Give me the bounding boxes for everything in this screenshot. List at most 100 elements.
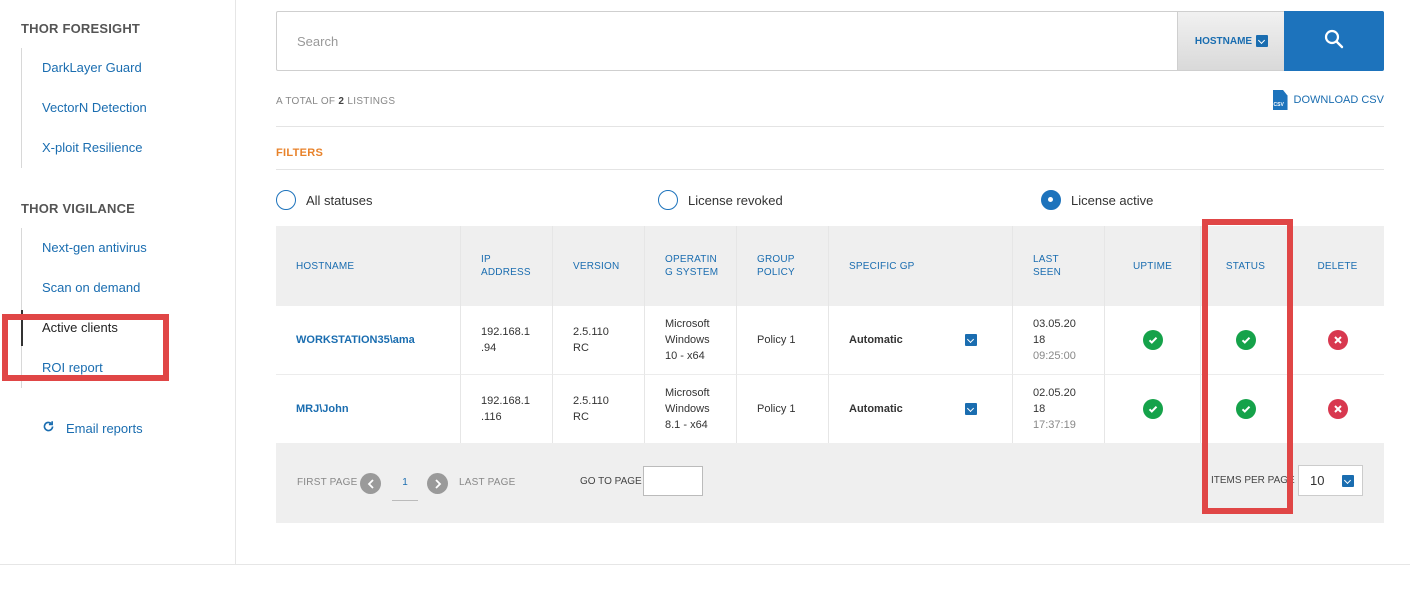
sidebar-item-xploit-resilience[interactable]: X-ploit Resilience	[22, 128, 221, 168]
hostname-link[interactable]: WORKSTATION35\ama	[276, 306, 461, 375]
search-field-label: HOSTNAME	[1194, 35, 1253, 47]
sidebar-item-darklayer-guard[interactable]: DarkLayer Guard	[22, 48, 221, 88]
specific-gp-select[interactable]: Automatic	[829, 375, 1013, 444]
go-to-page-label: GO TO PAGE	[580, 476, 642, 487]
specific-gp-value: Automatic	[849, 334, 903, 346]
ip-address: 192.168.1 .116	[461, 375, 553, 444]
last-page-link[interactable]: LAST PAGE	[459, 477, 515, 488]
download-csv-link[interactable]: CSV DOWNLOAD CSV	[1272, 90, 1384, 110]
chevron-down-icon	[1256, 35, 1269, 47]
radio-label: All statuses	[306, 192, 373, 208]
nav-group-vigilance: Next-gen antivirus Scan on demand Active…	[21, 228, 221, 388]
col-header-delete: DELETE	[1291, 226, 1384, 306]
col-header-group-policy[interactable]: GROUP POLICY	[737, 226, 829, 306]
version: 2.5.110 RC	[553, 375, 645, 444]
col-header-hostname[interactable]: HOSTNAME	[276, 226, 461, 306]
sidebar-item-roi-report[interactable]: ROI report	[22, 348, 221, 388]
delete-x-icon[interactable]	[1327, 399, 1348, 419]
uptime-cell	[1105, 306, 1201, 375]
uptime-cell	[1105, 375, 1201, 444]
specific-gp-value: Automatic	[849, 403, 903, 415]
operating-system: Microsoft Windows 8.1 - x64	[645, 375, 737, 444]
sidebar-item-email-reports[interactable]: Email reports	[42, 418, 143, 438]
chevron-down-icon	[965, 403, 977, 415]
current-page[interactable]: 1	[392, 477, 418, 488]
listing-suffix: LISTINGS	[347, 96, 396, 107]
radio-circle	[658, 190, 678, 210]
last-seen: 02.05.20 18 17:37:19	[1013, 375, 1105, 444]
listing-number: 2	[338, 96, 345, 107]
go-to-page-input[interactable]	[643, 466, 703, 496]
sidebar-item-vectorn-detection[interactable]: VectorN Detection	[22, 88, 221, 128]
pagination-bar: FIRST PAGE 1 LAST PAGE GO TO PAGE ITEMS …	[276, 443, 1384, 523]
check-circle-icon	[1142, 330, 1163, 350]
radio-label: License active	[1071, 192, 1154, 208]
col-header-uptime[interactable]: UPTIME	[1105, 226, 1201, 306]
col-header-status[interactable]: STATUS	[1201, 226, 1291, 306]
check-circle-icon	[1235, 330, 1256, 350]
chevron-left-icon[interactable]	[360, 473, 381, 494]
sidebar: THOR FORESIGHT DarkLayer Guard VectorN D…	[0, 0, 236, 564]
col-header-specific-gp[interactable]: SPECIFIC GP	[829, 226, 1013, 306]
email-reports-label: Email reports	[66, 421, 143, 436]
sidebar-item-next-gen-antivirus[interactable]: Next-gen antivirus	[22, 228, 221, 268]
delete-cell	[1291, 375, 1384, 444]
hostname-link[interactable]: MRJ\John	[276, 375, 461, 444]
items-per-page-label: ITEMS PER PAGE	[1211, 475, 1295, 486]
section-title-thor-foresight: THOR FORESIGHT	[21, 21, 141, 36]
listing-count: A TOTAL OF 2 LISTINGS	[276, 96, 395, 107]
csv-icon-text: CSV	[1273, 102, 1284, 108]
search-bar: HOSTNAME	[276, 11, 1384, 71]
radio-all-statuses[interactable]: All statuses	[276, 190, 372, 210]
last-seen-time: 09:25:00	[1033, 350, 1076, 362]
last-seen-date: 03.05.20 18	[1033, 318, 1076, 346]
items-per-page-value: 10	[1310, 473, 1325, 488]
check-circle-icon	[1142, 399, 1163, 419]
col-header-last-seen[interactable]: LAST SEEN	[1013, 226, 1105, 306]
current-page-underline	[392, 500, 418, 501]
radio-circle	[276, 190, 296, 210]
version: 2.5.110 RC	[553, 306, 645, 375]
col-header-version[interactable]: VERSION	[553, 226, 645, 306]
clients-table: HOSTNAME IP ADDRESS VERSION OPERATIN G S…	[276, 226, 1384, 444]
radio-license-revoked[interactable]: License revoked	[658, 190, 783, 210]
table-row: WORKSTATION35\ama 192.168.1 .94 2.5.110 …	[276, 306, 1384, 375]
radio-label: License revoked	[688, 192, 783, 208]
search-field-select[interactable]: HOSTNAME	[1177, 12, 1285, 70]
radio-circle-selected	[1041, 190, 1061, 210]
radio-license-active[interactable]: License active	[1041, 190, 1153, 210]
filters-title: FILTERS	[276, 147, 324, 159]
delete-x-icon[interactable]	[1327, 330, 1348, 350]
chevron-down-icon	[1342, 474, 1354, 487]
search-icon	[1324, 29, 1344, 54]
status-cell	[1201, 375, 1291, 444]
chevron-right-icon[interactable]	[427, 473, 448, 494]
last-seen: 03.05.20 18 09:25:00	[1013, 306, 1105, 375]
download-csv-label: DOWNLOAD CSV	[1293, 94, 1384, 106]
specific-gp-select[interactable]: Automatic	[829, 306, 1013, 375]
nav-group-foresight: DarkLayer Guard VectorN Detection X-ploi…	[21, 48, 221, 168]
refresh-icon	[42, 418, 58, 438]
items-per-page-select[interactable]: 10	[1298, 465, 1363, 496]
table-header: HOSTNAME IP ADDRESS VERSION OPERATIN G S…	[276, 226, 1384, 306]
footer-divider	[0, 564, 1410, 565]
chevron-down-icon	[965, 334, 977, 346]
search-button[interactable]	[1284, 11, 1384, 71]
status-cell	[1201, 306, 1291, 375]
sidebar-item-scan-on-demand[interactable]: Scan on demand	[22, 268, 221, 308]
section-title-thor-vigilance: THOR VIGILANCE	[21, 201, 136, 216]
table-row: MRJ\John 192.168.1 .116 2.5.110 RC Micro…	[276, 375, 1384, 444]
operating-system: Microsoft Windows 10 - x64	[645, 306, 737, 375]
check-circle-icon	[1235, 399, 1256, 419]
first-page-link[interactable]: FIRST PAGE	[297, 477, 358, 488]
divider	[276, 169, 1384, 170]
search-input[interactable]	[277, 12, 1177, 70]
divider	[276, 126, 1384, 127]
last-seen-time: 17:37:19	[1033, 419, 1076, 431]
delete-cell	[1291, 306, 1384, 375]
listing-prefix: A TOTAL OF	[276, 96, 336, 107]
col-header-ip-address[interactable]: IP ADDRESS	[461, 226, 553, 306]
sidebar-item-active-clients[interactable]: Active clients	[21, 308, 221, 348]
col-header-operating-system[interactable]: OPERATIN G SYSTEM	[645, 226, 737, 306]
ip-address: 192.168.1 .94	[461, 306, 553, 375]
